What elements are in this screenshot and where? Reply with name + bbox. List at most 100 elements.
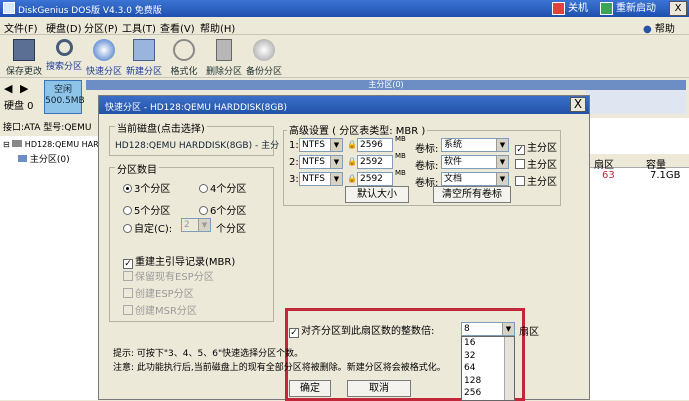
window-close-button[interactable]: X: [669, 1, 687, 16]
help-icon: ●: [643, 24, 652, 35]
lock-icon[interactable]: 🔒: [347, 157, 357, 167]
radio-custom[interactable]: 自定(C):: [123, 220, 172, 235]
partition-1-unit: MB: [395, 135, 406, 143]
keep-esp-checkbox[interactable]: 保留现有ESP分区: [123, 268, 214, 283]
quick-partition-dialog: 快速分区 - HD128:QEMU HARDDISK(8GB) X 当前磁盘(点…: [98, 95, 590, 401]
clear-labels-button[interactable]: 清空所有卷标: [433, 186, 511, 203]
primary-partition-bar[interactable]: 主分区(0): [86, 80, 686, 90]
radio-dot: [123, 184, 132, 193]
disk-label: 硬盘 0: [4, 101, 34, 112]
partition-2-name-combo[interactable]: 软件 ▼: [441, 155, 509, 169]
dropdown-scrollbar[interactable]: [504, 337, 514, 400]
partition-2-primary-checkbox[interactable]: 主分区: [515, 156, 557, 171]
default-size-button[interactable]: 默认大小: [345, 186, 409, 203]
menu-file[interactable]: 文件(F): [4, 20, 38, 35]
tree-partition-node[interactable]: 主分区(0): [18, 152, 70, 165]
cell-sector: 63: [602, 170, 615, 181]
menu-view[interactable]: 查看(V): [160, 20, 195, 35]
free-space-block[interactable]: 空闲 500.5MB: [44, 80, 85, 114]
partition-3-primary-checkbox[interactable]: 主分区: [515, 173, 557, 188]
tip-text: 提示: 可按下"3、4、5、6"快速选择分区个数。: [113, 349, 304, 359]
chevron-down-icon: ▼: [496, 139, 508, 151]
partition-1-primary-checkbox[interactable]: ✓ 主分区: [515, 139, 557, 155]
lock-icon[interactable]: 🔒: [347, 140, 357, 150]
chevron-down-icon: ▼: [330, 173, 342, 185]
partition-icon: [18, 155, 27, 162]
partition-2-number: 2:: [289, 157, 299, 168]
backup-partition-button[interactable]: 备份分区: [244, 37, 284, 77]
save-changes-button[interactable]: 保存更改: [4, 37, 44, 77]
table-header: 扇区 容量: [588, 154, 689, 171]
chevron-down-icon: ▼: [198, 219, 210, 231]
new-partition-button[interactable]: 新建分区: [124, 37, 164, 77]
align-sectors-combo[interactable]: 8 ▼: [461, 322, 515, 336]
chevron-down-icon: ▼: [496, 173, 508, 185]
partition-1-fs-combo[interactable]: NTFS ▼: [299, 138, 343, 152]
radio-3-partitions[interactable]: 3个分区: [123, 180, 170, 195]
ok-button[interactable]: 确定: [289, 380, 331, 397]
toolbar: 保存更改 搜索分区 快速分区 新建分区 格式化 删除分区 备份分区: [0, 35, 689, 78]
save-icon: [13, 39, 35, 61]
partition-3-fs-combo[interactable]: NTFS ▼: [299, 172, 343, 186]
app-icon: [3, 2, 15, 14]
menu-help[interactable]: 帮助(H): [200, 20, 235, 35]
new-partition-icon: [133, 39, 155, 61]
radio-4-partitions[interactable]: 4个分区: [199, 180, 246, 195]
checkbox-box: [123, 288, 133, 298]
partition-bar-fill: [586, 90, 686, 114]
reboot-button[interactable]: 重新启动: [598, 1, 660, 16]
menu-disk[interactable]: 硬盘(D): [46, 20, 82, 35]
help-link[interactable]: ● 帮助: [643, 20, 675, 35]
partition-3-name-combo[interactable]: 文档 ▼: [441, 172, 509, 186]
search-partition-button[interactable]: 搜索分区: [44, 37, 84, 77]
current-disk-value[interactable]: HD128:QEMU HARDDISK(8GB) - 主分: [115, 138, 279, 151]
dialog-title: 快速分区 - HD128:QEMU HARDDISK(8GB): [105, 103, 288, 113]
check-mark: ✓: [515, 145, 525, 155]
create-esp-checkbox[interactable]: 创建ESP分区: [123, 285, 194, 300]
disk-interface-label: 接口:ATA 型号:QEMU: [3, 123, 92, 133]
format-button[interactable]: 格式化: [164, 37, 204, 77]
lock-icon[interactable]: 🔒: [347, 174, 357, 184]
radio-dot: [199, 184, 208, 193]
partition-2-fs-combo[interactable]: NTFS ▼: [299, 155, 343, 169]
partition-3-size-input[interactable]: 2592: [357, 172, 393, 186]
align-dropdown-list[interactable]: 16 32 64 128 256: [461, 336, 515, 401]
format-icon: [173, 39, 195, 61]
menu-partition[interactable]: 分区(P): [84, 20, 118, 35]
radio-5-partitions[interactable]: 5个分区: [123, 202, 170, 217]
shutdown-button[interactable]: 关机: [550, 1, 592, 16]
align-suffix: 扇区: [519, 327, 539, 338]
checkbox-box: [515, 176, 525, 186]
current-disk-legend: 当前磁盘(点击选择): [115, 120, 207, 135]
quick-partition-button[interactable]: 快速分区: [84, 37, 124, 77]
prev-disk-arrow[interactable]: ◀: [4, 82, 12, 95]
dialog-close-button[interactable]: X: [570, 97, 586, 112]
custom-count-combo[interactable]: 2 ▼: [181, 218, 211, 232]
partition-2-size-input[interactable]: 2592: [357, 155, 393, 169]
check-mark: ✓: [289, 328, 299, 338]
disk-icon: [12, 140, 23, 147]
cancel-button[interactable]: 取消: [347, 380, 411, 397]
partition-1-name-combo[interactable]: 系统 ▼: [441, 138, 509, 152]
restart-icon: [600, 2, 613, 15]
power-icon: [552, 2, 565, 15]
warning-text: 注意: 此功能执行后,当前磁盘上的现有全部分区将被删除。新建分区将会被格式化。: [113, 363, 446, 373]
checkbox-box: [123, 305, 133, 315]
partition-3-number: 3:: [289, 174, 299, 185]
window-title: DiskGenius DOS版 V4.3.0 免费版: [18, 6, 162, 16]
menu-tools[interactable]: 工具(T): [122, 20, 156, 35]
partition-table-bg: 扇区 容量 63 7.1GB: [588, 118, 689, 400]
partition-count-legend: 分区数目: [115, 161, 159, 176]
rebuild-mbr-checkbox[interactable]: ✓ 重建主引导记录(MBR): [123, 253, 235, 269]
disk-tree: ⊟ HD128:QEMU HARDDISK 主分区(0): [0, 136, 124, 400]
radio-6-partitions[interactable]: 6个分区: [199, 202, 246, 217]
delete-partition-button[interactable]: 删除分区: [204, 37, 244, 77]
expand-icon: ⊟: [3, 140, 10, 149]
trash-icon: [216, 39, 232, 61]
partition-1-size-input[interactable]: 2596: [357, 138, 393, 152]
create-msr-checkbox[interactable]: 创建MSR分区: [123, 302, 197, 317]
chevron-down-icon: ▼: [502, 323, 514, 335]
next-disk-arrow[interactable]: ▶: [20, 82, 28, 95]
align-checkbox[interactable]: ✓ 对齐分区到此扇区数的整数倍:: [289, 322, 434, 338]
dialog-titlebar: 快速分区 - HD128:QEMU HARDDISK(8GB) X: [99, 96, 589, 114]
